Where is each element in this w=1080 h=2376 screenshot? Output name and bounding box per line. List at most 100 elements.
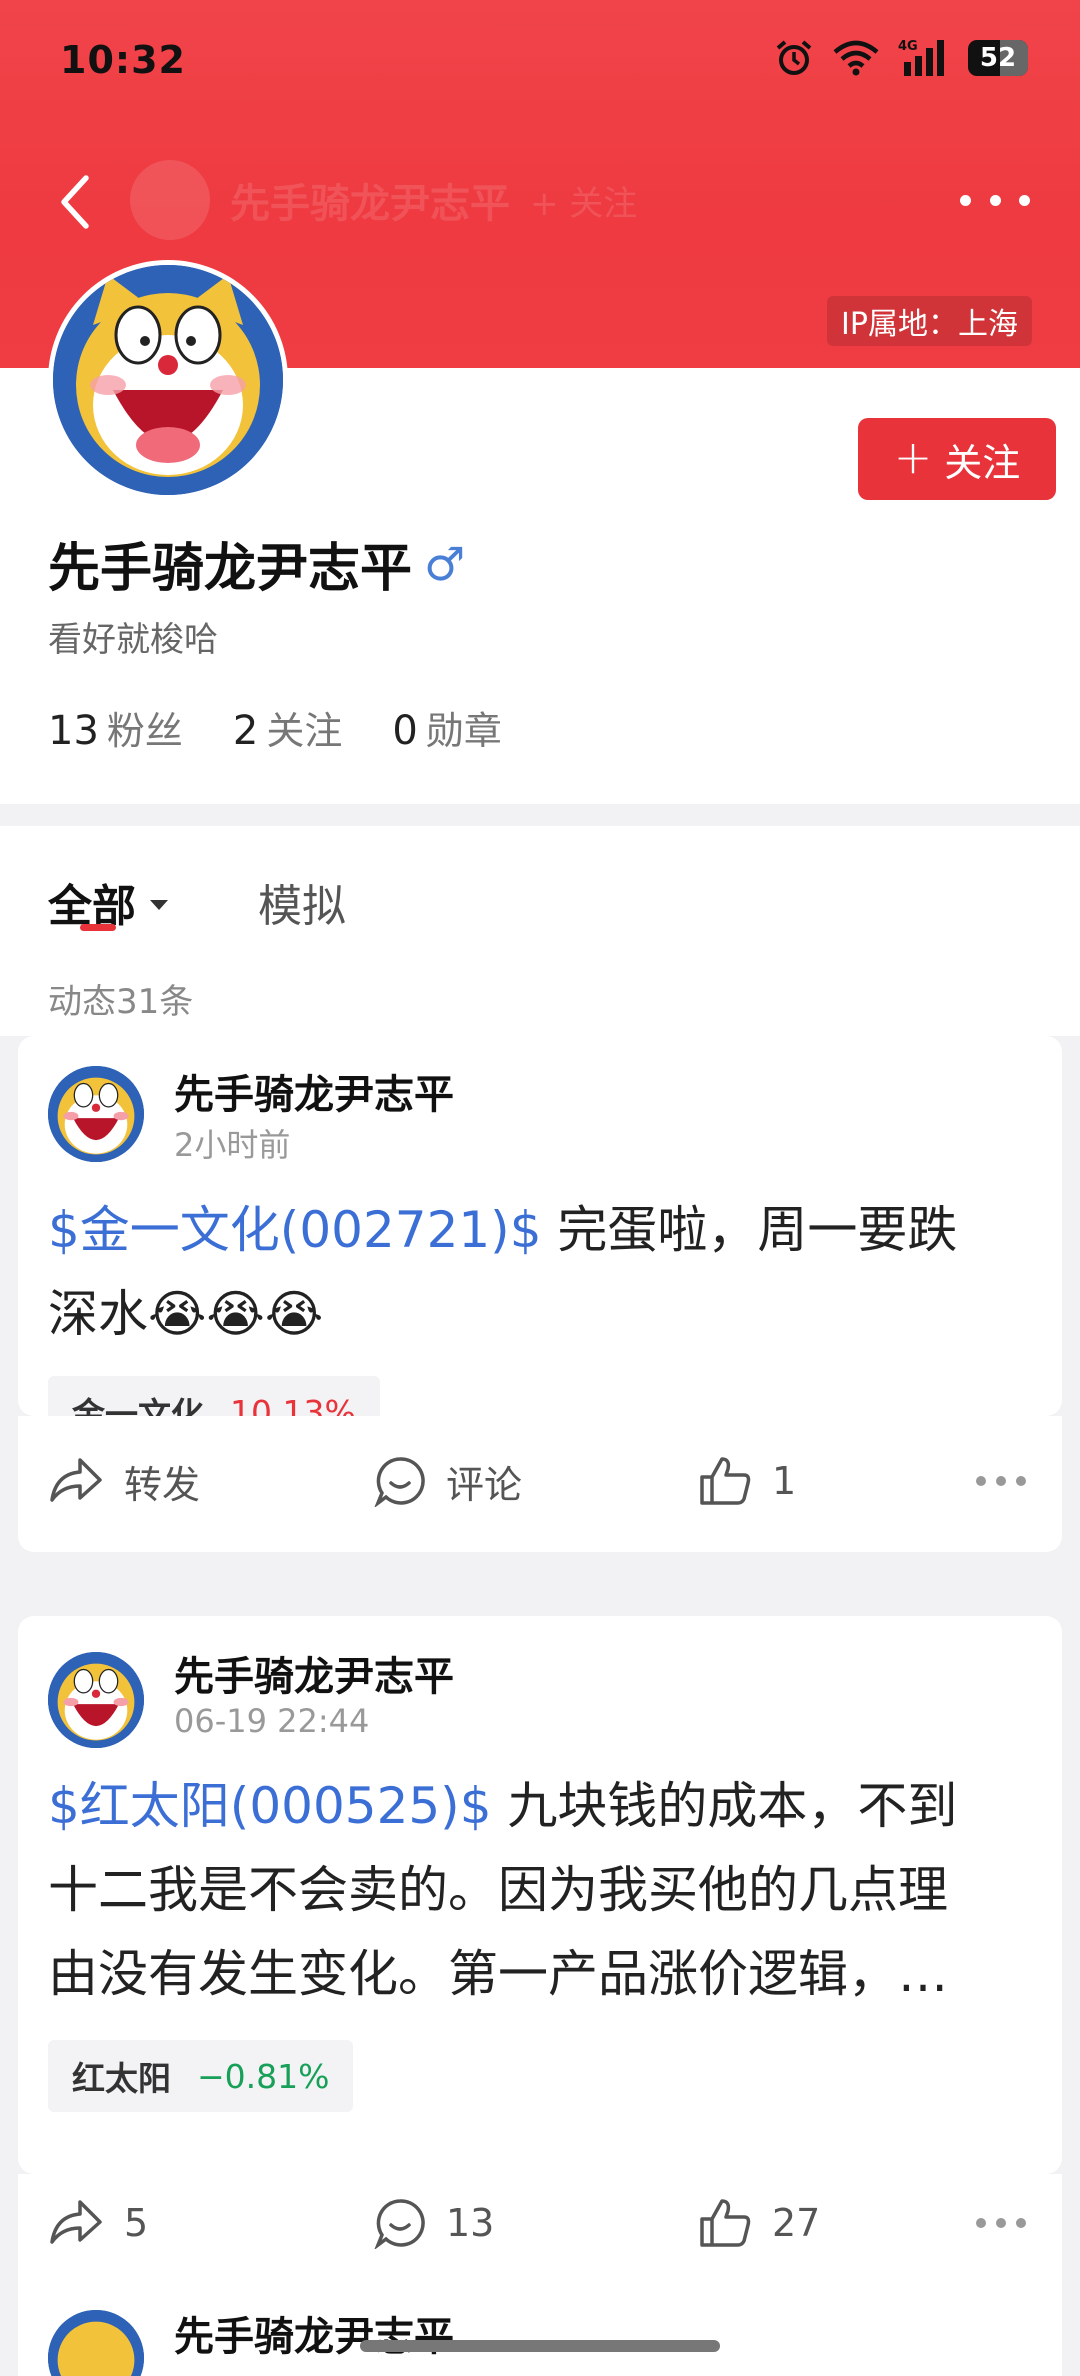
battery-level: 52 <box>979 43 1017 73</box>
stat-number: 0 <box>392 708 418 754</box>
avatar-cartoon-icon <box>53 265 283 495</box>
post-avatar[interactable] <box>48 2310 144 2376</box>
stat-badges[interactable]: 0 勋章 <box>392 700 501 755</box>
stock-tag[interactable]: 红太阳 −0.81% <box>48 2040 354 2112</box>
comment-button[interactable]: 评论 <box>374 1446 522 1516</box>
profile-avatar[interactable] <box>48 260 288 500</box>
user-name: 先手骑龙尹志平 <box>48 539 413 599</box>
stock-tag-name: 红太阳 <box>72 2059 171 2098</box>
post-actions-area: 转发 评论 1 <box>18 1416 1062 1552</box>
dot-icon <box>976 2218 986 2228</box>
post-card[interactable]: 先手骑龙尹志平 <box>18 2280 1062 2376</box>
status-time: 10:32 <box>60 38 186 82</box>
chevron-left-icon <box>61 175 89 229</box>
battery-icon: 52 <box>968 40 1028 76</box>
stat-label: 勋章 <box>425 709 502 753</box>
caret-down-icon <box>150 900 168 910</box>
follow-label: 关注 <box>944 440 1021 485</box>
stat-following[interactable]: 2 关注 <box>233 700 342 755</box>
dot-icon <box>976 1476 986 1486</box>
tab-simulated[interactable]: 模拟 <box>258 870 346 934</box>
post-text-line: 由没有发生变化。第一产品涨价逻辑，… <box>48 1945 948 2003</box>
post-avatar[interactable] <box>48 1066 144 1162</box>
comment-button[interactable]: 13 <box>374 2188 494 2258</box>
stat-followers[interactable]: 13 粉丝 <box>48 700 183 755</box>
stat-label: 粉丝 <box>106 709 183 753</box>
svg-text:4G: 4G <box>898 39 918 54</box>
stock-link[interactable]: $红太阳(000525)$ <box>48 1777 492 1835</box>
more-options-button[interactable] <box>960 180 1030 220</box>
user-stats: 13 粉丝 2 关注 0 勋章 <box>48 700 502 755</box>
dot-icon <box>1016 1476 1026 1486</box>
post-text-line: 深水😭😭😭 <box>48 1285 324 1343</box>
comment-icon <box>374 2199 425 2249</box>
stat-number: 13 <box>48 708 99 754</box>
comment-icon <box>374 1457 425 1507</box>
avatar-cartoon-icon <box>48 1652 144 1748</box>
wifi-icon <box>833 40 879 76</box>
post-count: 动态31条 <box>48 982 194 1022</box>
post-text-line: 十二我是不会卖的。因为我买他的几点理 <box>48 1861 948 1919</box>
user-name-row: 先手骑龙尹志平 ♂ <box>48 526 465 601</box>
alarm-icon <box>776 40 812 75</box>
follow-button[interactable]: + 关注 <box>858 418 1056 500</box>
active-tab-indicator <box>80 924 116 931</box>
stock-tag-change: −0.81% <box>197 2056 330 2096</box>
comment-label: 评论 <box>446 1462 523 1507</box>
signal-4g-icon: 4G <box>898 39 944 76</box>
thumbs-up-icon <box>700 1457 751 1505</box>
post-actions: 5 13 27 <box>18 2188 1062 2258</box>
post-author[interactable]: 先手骑龙尹志平 <box>174 2304 454 2362</box>
ghost-follow: + 关注 <box>530 183 638 224</box>
top-nav: 先手骑龙尹志平 + 关注 <box>0 160 1080 240</box>
like-count: 27 <box>772 2201 821 2245</box>
stat-number: 2 <box>232 708 259 754</box>
dot-icon <box>960 194 971 206</box>
male-gender-icon: ♂ <box>424 536 466 591</box>
feed-section: 全部 模拟 动态31条 先手骑龙尹志平 2小时前 $金一文化(002721)$ … <box>0 826 1080 2376</box>
post-avatar[interactable] <box>48 1652 144 1748</box>
post-body[interactable]: $金一文化(002721)$ 完蛋啦，周一要跌 深水😭😭😭 <box>48 1188 1032 1356</box>
post-card[interactable]: 先手骑龙尹志平 2小时前 $金一文化(002721)$ 完蛋啦，周一要跌 深水😭… <box>18 1036 1062 1416</box>
ghost-name: 先手骑龙尹志平 <box>230 181 510 227</box>
post-more-button[interactable] <box>976 2188 1026 2258</box>
post-text-line: 完蛋啦，周一要跌 <box>541 1201 958 1259</box>
tab-label: 模拟 <box>258 881 346 932</box>
post-actions: 转发 评论 1 <box>18 1446 1062 1516</box>
post-more-button[interactable] <box>976 1446 1026 1516</box>
dot-icon <box>989 194 1001 206</box>
plus-icon: + <box>893 430 933 484</box>
stat-label: 关注 <box>266 709 343 753</box>
post-author[interactable]: 先手骑龙尹志平 <box>174 1644 454 1702</box>
thumbs-up-icon <box>700 2199 751 2247</box>
share-button[interactable]: 转发 <box>48 1446 200 1516</box>
dot-icon <box>1019 194 1030 206</box>
avatar-cartoon-icon <box>48 2310 144 2376</box>
feed-tabs: 全部 模拟 动态31条 <box>0 826 1080 1036</box>
status-icons: 4G 52 <box>774 38 1028 78</box>
collapsed-title-ghost: 先手骑龙尹志平 + 关注 <box>130 160 638 240</box>
like-button[interactable]: 27 <box>698 2188 820 2258</box>
share-icon <box>50 1458 102 1502</box>
back-button[interactable] <box>52 166 112 236</box>
status-bar: 10:32 4G 52 <box>0 0 1080 120</box>
dot-icon <box>1016 2218 1026 2228</box>
like-button[interactable]: 1 <box>698 1446 796 1516</box>
dot-icon <box>996 2218 1006 2228</box>
post-body[interactable]: $红太阳(000525)$ 九块钱的成本，不到 十二我是不会卖的。因为我买他的几… <box>48 1764 1032 2016</box>
post-time: 2小时前 <box>174 1126 291 1164</box>
post-time: 06-19 22:44 <box>174 1702 370 1740</box>
stock-link[interactable]: $金一文化(002721)$ <box>48 1201 542 1259</box>
share-icon <box>50 2200 102 2244</box>
comment-count: 13 <box>446 2201 495 2245</box>
dot-icon <box>996 1476 1006 1486</box>
share-button[interactable]: 5 <box>48 2188 148 2258</box>
post-author[interactable]: 先手骑龙尹志平 <box>174 1062 454 1120</box>
user-bio: 看好就梭哈 <box>48 620 218 660</box>
share-label: 转发 <box>124 1462 201 1507</box>
share-count: 5 <box>124 2201 149 2245</box>
home-indicator[interactable] <box>360 2340 720 2352</box>
post-card[interactable]: 先手骑龙尹志平 06-19 22:44 $红太阳(000525)$ 九块钱的成本… <box>18 1616 1062 2174</box>
avatar-cartoon-icon <box>48 1066 144 1162</box>
ghost-avatar <box>130 160 210 240</box>
